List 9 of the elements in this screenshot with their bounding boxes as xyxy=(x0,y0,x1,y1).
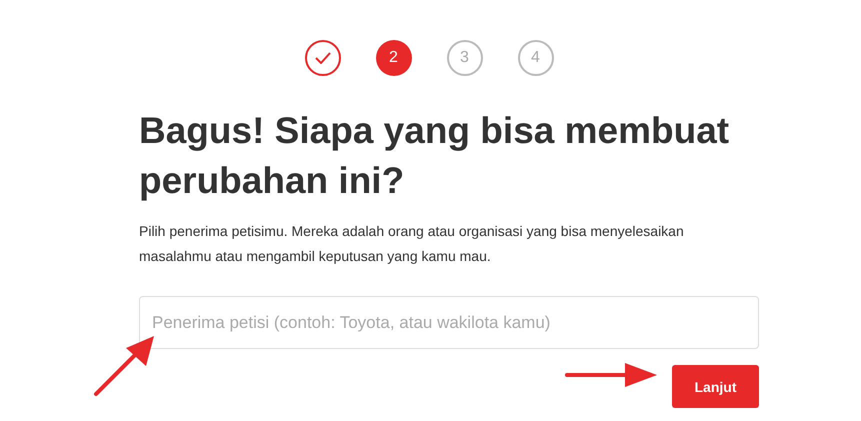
page-title: Bagus! Siapa yang bisa membuat perubahan ini? xyxy=(139,109,730,203)
step-number: 4 xyxy=(518,40,554,76)
step-number: 2 xyxy=(376,40,412,76)
next-button[interactable]: Lanjut xyxy=(672,365,759,408)
arrow-icon xyxy=(565,361,657,389)
step-number: 3 xyxy=(446,40,482,76)
checkmark-icon xyxy=(314,52,330,64)
recipient-input-field[interactable]: Penerima petisi (contoh: Toyota, atau wakilota kamu) xyxy=(139,296,759,349)
description-text: Pilih penerima petisimu. Mereka adalah orang atau organisasi yang bisa menyelesaikan masalahmu atau mengambil keputusan yang kamu mau. xyxy=(139,222,685,266)
